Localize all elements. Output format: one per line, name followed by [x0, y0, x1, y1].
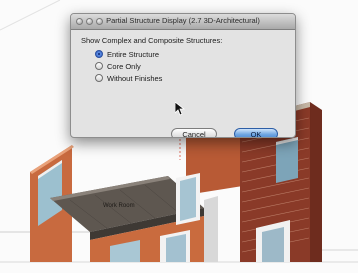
partial-structure-dialog: Partial Structure Display (2.7 3D-Archit…: [70, 13, 296, 138]
options-heading: Show Complex and Composite Structures:: [81, 36, 223, 45]
dialog-titlebar[interactable]: Partial Structure Display (2.7 3D-Archit…: [71, 14, 295, 30]
option-label: Entire Structure: [107, 49, 160, 59]
option-core-only[interactable]: Core Only: [95, 60, 295, 72]
dialog-content: Show Complex and Composite Structures: E…: [71, 30, 295, 137]
radio-selected-icon[interactable]: [95, 50, 103, 58]
ok-button[interactable]: OK: [234, 128, 278, 137]
cancel-button[interactable]: Cancel: [171, 128, 217, 137]
radio-icon[interactable]: [95, 62, 103, 70]
option-without-finishes[interactable]: Without Finishes: [95, 72, 295, 84]
dialog-title: Partial Structure Display (2.7 3D-Archit…: [106, 16, 260, 25]
mouse-pointer-icon: [175, 102, 185, 116]
room-label: Work Room: [103, 203, 135, 209]
radio-icon[interactable]: [95, 74, 103, 82]
option-entire-structure[interactable]: Entire Structure: [95, 48, 295, 60]
option-label: Core Only: [107, 61, 141, 71]
option-label: Without Finishes: [107, 73, 163, 83]
